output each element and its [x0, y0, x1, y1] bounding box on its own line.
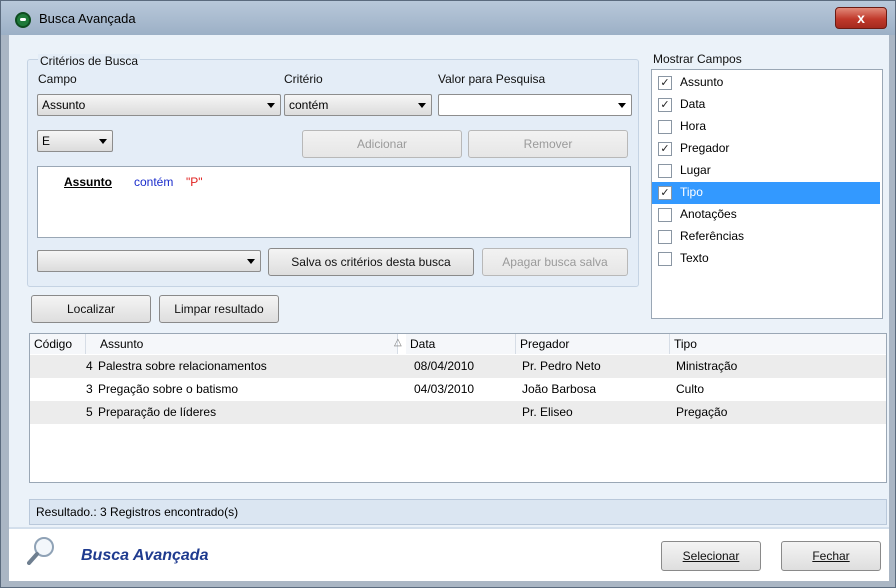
field-label: Anotações — [680, 207, 737, 221]
field-anotacoes[interactable]: Anotações — [652, 204, 880, 226]
pregador-checkbox[interactable]: ✓ — [658, 142, 672, 156]
col-header-assunto[interactable]: Assunto — [86, 334, 398, 354]
results-grid[interactable]: Código Assunto △ Data Pregador Tipo 4 Pa… — [29, 333, 887, 483]
cell-tipo: Pregação — [676, 405, 728, 419]
field-label: Lugar — [680, 163, 711, 177]
cell-assunto: Pregação sobre o batismo — [98, 382, 239, 396]
cell-data: 04/03/2010 — [414, 382, 475, 396]
field-label: Texto — [680, 251, 709, 265]
col-header-tipo[interactable]: Tipo — [670, 334, 886, 354]
footer: Busca Avançada Selecionar Fechar — [9, 527, 889, 581]
cell-tipo: Ministração — [676, 359, 738, 373]
col-header-codigo[interactable]: Código — [30, 334, 86, 354]
field-label: Pregador — [680, 141, 730, 155]
fields-title: Mostrar Campos — [653, 52, 742, 66]
window-title: Busca Avançada — [39, 11, 136, 26]
col-header-data[interactable]: Data — [406, 334, 516, 354]
table-row[interactable]: 4 Palestra sobre relacionamentos 08/04/2… — [30, 355, 886, 378]
footer-title: Busca Avançada — [81, 547, 209, 564]
criterio-label: Critério — [284, 72, 323, 86]
saved-search-select[interactable] — [37, 250, 261, 272]
chevron-down-icon — [267, 103, 275, 108]
close-button[interactable]: x — [835, 7, 887, 29]
cell-assunto: Palestra sobre relacionamentos — [98, 359, 267, 373]
select-button[interactable]: Selecionar — [661, 541, 761, 571]
lugar-checkbox[interactable] — [658, 164, 672, 178]
expr-field: Assunto — [64, 175, 112, 189]
save-criteria-button[interactable]: Salva os critérios desta busca — [268, 248, 474, 276]
field-pregador[interactable]: ✓ Pregador — [652, 138, 880, 160]
anotacoes-checkbox[interactable] — [658, 208, 672, 222]
expr-value: "P" — [186, 175, 203, 189]
cell-codigo: 3 — [86, 382, 93, 396]
remove-button[interactable]: Remover — [468, 130, 628, 158]
field-label: Assunto — [680, 75, 724, 89]
tipo-checkbox[interactable]: ✓ — [658, 186, 672, 200]
logic-select-value: E — [42, 134, 51, 148]
field-referencias[interactable]: Referências — [652, 226, 880, 248]
chevron-down-icon — [418, 103, 426, 108]
field-assunto[interactable]: ✓ Assunto — [652, 72, 880, 94]
logic-select[interactable]: E — [37, 130, 113, 152]
field-label: Tipo — [680, 185, 703, 199]
field-lugar[interactable]: Lugar — [652, 160, 880, 182]
add-button[interactable]: Adicionar — [302, 130, 462, 158]
find-button[interactable]: Localizar — [31, 295, 151, 323]
field-data[interactable]: ✓ Data — [652, 94, 880, 116]
assunto-checkbox[interactable]: ✓ — [658, 76, 672, 90]
campo-label: Campo — [38, 72, 77, 86]
clear-results-button[interactable]: Limpar resultado — [159, 295, 279, 323]
field-label: Hora — [680, 119, 707, 133]
chevron-down-icon — [99, 139, 107, 144]
close-dialog-button[interactable]: Fechar — [781, 541, 881, 571]
field-label: Referências — [680, 229, 745, 243]
field-label: Data — [680, 97, 706, 111]
field-hora[interactable]: Hora — [652, 116, 880, 138]
cell-codigo: 4 — [86, 359, 93, 373]
cell-data: 08/04/2010 — [414, 359, 475, 373]
app-icon — [15, 12, 31, 28]
title-bar: Busca Avançada x — [1, 1, 895, 35]
texto-checkbox[interactable] — [658, 252, 672, 266]
col-header-pregador[interactable]: Pregador — [516, 334, 670, 354]
sort-indicator-icon: △ — [394, 337, 402, 348]
campo-select[interactable]: Assunto — [37, 94, 281, 116]
criteria-group-title: Critérios de Busca — [38, 54, 141, 68]
field-tipo[interactable]: ✓ Tipo — [652, 182, 880, 204]
criterio-select[interactable]: contém — [284, 94, 432, 116]
hora-checkbox[interactable] — [658, 120, 672, 134]
valor-label: Valor para Pesquisa — [438, 72, 546, 86]
criteria-group: Critérios de Busca Campo Critério Valor … — [27, 54, 639, 287]
criteria-expression-box[interactable]: Assunto contém "P" — [37, 166, 631, 238]
chevron-down-icon — [247, 259, 255, 264]
referencias-checkbox[interactable] — [658, 230, 672, 244]
table-row[interactable]: 5 Preparação de líderes Pr. Eliseo Prega… — [30, 401, 886, 424]
delete-saved-button[interactable]: Apagar busca salva — [482, 248, 628, 276]
fields-list: ✓ Assunto ✓ Data Hora ✓ Pregador Lugar ✓ Tip… — [651, 69, 883, 319]
cell-pregador: Pr. Pedro Neto — [522, 359, 601, 373]
dialog-client: Critérios de Busca Campo Critério Valor … — [9, 35, 889, 581]
expr-operator: contém — [134, 175, 174, 189]
cell-tipo: Culto — [676, 382, 705, 396]
window: Busca Avançada x Critérios de Busca Camp… — [0, 0, 896, 588]
magnifier-icon — [27, 537, 54, 565]
cell-pregador: João Barbosa — [522, 382, 597, 396]
valor-select[interactable] — [438, 94, 632, 116]
cell-assunto: Preparação de líderes — [98, 405, 217, 419]
campo-select-value: Assunto — [42, 98, 86, 112]
criterio-select-value: contém — [289, 98, 329, 112]
table-row[interactable]: 3 Pregação sobre o batismo 04/03/2010 Jo… — [30, 378, 886, 401]
data-checkbox[interactable]: ✓ — [658, 98, 672, 112]
field-texto[interactable]: Texto — [652, 248, 880, 270]
chevron-down-icon — [618, 103, 626, 108]
cell-codigo: 5 — [86, 405, 93, 419]
status-bar: Resultado.: 3 Registros encontrado(s) — [29, 499, 887, 525]
cell-pregador: Pr. Eliseo — [522, 405, 573, 419]
